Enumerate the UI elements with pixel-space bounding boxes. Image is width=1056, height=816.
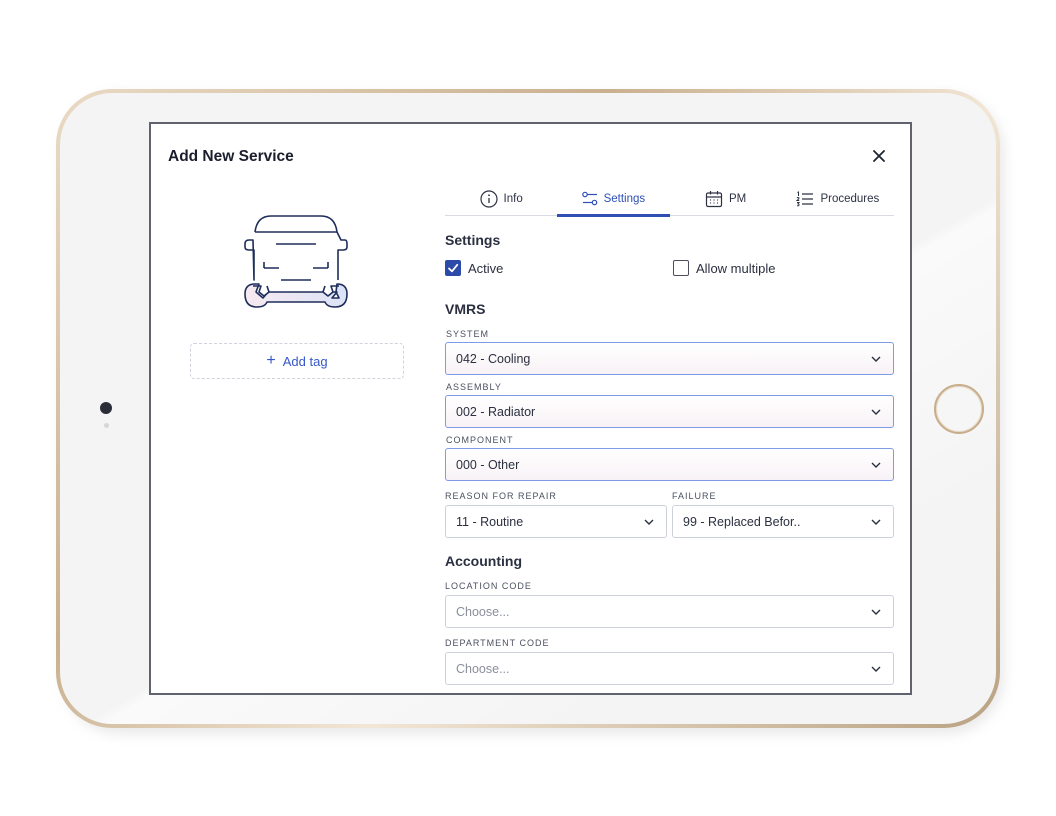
department-code-placeholder: Choose... xyxy=(456,661,510,676)
component-label: COMPONENT xyxy=(446,435,514,445)
chevron-down-icon xyxy=(871,666,881,672)
calendar-icon xyxy=(705,190,723,207)
add-tag-button[interactable]: + Add tag xyxy=(190,343,404,379)
tab-label: Procedures xyxy=(820,192,880,205)
assembly-label: ASSEMBLY xyxy=(446,382,502,392)
allow-multiple-checkbox-row[interactable]: Allow multiple xyxy=(673,260,775,276)
tab-label: Settings xyxy=(603,192,646,205)
location-code-label: LOCATION CODE xyxy=(445,581,532,591)
chevron-down-icon xyxy=(871,356,881,362)
chevron-down-icon xyxy=(871,409,881,415)
allow-multiple-label: Allow multiple xyxy=(696,260,776,276)
tab-settings[interactable]: Settings xyxy=(557,186,670,217)
plus-icon: + xyxy=(266,352,276,369)
failure-select[interactable]: 99 - Replaced Befor.. xyxy=(672,505,894,538)
active-checkbox[interactable] xyxy=(445,260,461,276)
car-wrench-icon xyxy=(244,215,348,308)
tab-procedures[interactable]: Procedures xyxy=(782,186,894,215)
location-code-placeholder: Choose... xyxy=(456,604,510,619)
tab-label: PM xyxy=(729,192,747,205)
close-button[interactable] xyxy=(867,144,891,168)
reason-label: REASON FOR REPAIR xyxy=(445,491,557,501)
assembly-value: 002 - Radiator xyxy=(456,404,536,419)
sliders-icon xyxy=(581,191,597,205)
active-label: Active xyxy=(468,260,504,276)
accounting-heading: Accounting xyxy=(445,553,522,569)
reason-value: 11 - Routine xyxy=(456,514,524,529)
numbered-list-icon xyxy=(796,190,814,206)
assembly-select[interactable]: 002 - Radiator xyxy=(445,395,894,428)
location-code-select[interactable]: Choose... xyxy=(445,595,894,628)
tab-info[interactable]: Info xyxy=(445,186,557,215)
failure-label: FAILURE xyxy=(672,491,717,501)
reason-select[interactable]: 11 - Routine xyxy=(445,505,667,538)
failure-value: 99 - Replaced Befor.. xyxy=(683,514,801,529)
add-tag-label: Add tag xyxy=(282,353,328,369)
info-icon xyxy=(479,189,498,208)
vmrs-heading: VMRS xyxy=(445,301,486,317)
chevron-down-icon xyxy=(871,462,881,468)
component-select[interactable]: 000 - Other xyxy=(445,448,894,481)
allow-multiple-checkbox[interactable] xyxy=(673,260,689,276)
sensor-icon xyxy=(104,423,109,428)
component-value: 000 - Other xyxy=(456,457,520,472)
active-checkbox-row[interactable]: Active xyxy=(445,260,503,276)
tab-bar: Info Settings PM Procedures xyxy=(445,186,894,217)
system-value: 042 - Cooling xyxy=(456,351,531,366)
system-select[interactable]: 042 - Cooling xyxy=(445,342,894,375)
settings-heading: Settings xyxy=(445,232,501,248)
camera-icon xyxy=(100,402,112,414)
chevron-down-icon xyxy=(871,609,881,615)
chevron-down-icon xyxy=(644,519,654,525)
add-service-modal: Add New Service + Add tag Info Settings … xyxy=(149,122,912,695)
check-icon xyxy=(448,263,459,273)
chevron-down-icon xyxy=(871,519,881,525)
tab-label: Info xyxy=(503,192,523,205)
close-icon xyxy=(873,150,885,162)
home-button[interactable] xyxy=(934,384,984,434)
department-code-label: DEPARTMENT CODE xyxy=(445,638,550,648)
system-label: SYSTEM xyxy=(446,329,490,339)
modal-title: Add New Service xyxy=(168,148,294,165)
department-code-select[interactable]: Choose... xyxy=(445,652,894,685)
tab-pm[interactable]: PM xyxy=(670,186,782,215)
